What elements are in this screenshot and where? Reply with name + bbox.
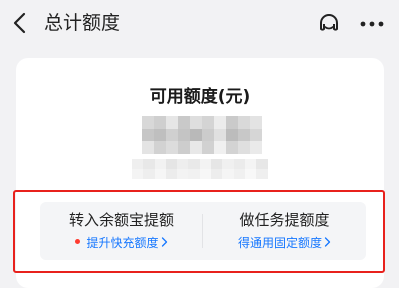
- yuebao-boost-label: 转入余额宝提额: [68, 211, 174, 229]
- top-bar: 总计额度: [0, 0, 399, 48]
- customer-service-icon[interactable]: [315, 10, 343, 38]
- yuebao-boost-link[interactable]: 提升快充额度: [40, 235, 203, 251]
- task-boost-button[interactable]: 做任务提额度 得通用固定额度: [203, 202, 366, 260]
- available-credit-title: 可用额度(元): [149, 87, 251, 107]
- available-amount-blurred: [142, 116, 262, 154]
- yuebao-boost-button[interactable]: 转入余额宝提额 提升快充额度: [40, 202, 203, 260]
- credit-card-panel: 可用额度(元) 转入余额宝提额 提升快充额度 做任务提额度 得通用固定额度: [16, 58, 384, 288]
- task-boost-link[interactable]: 得通用固定额度: [203, 235, 366, 251]
- back-arrow-icon[interactable]: [10, 11, 32, 35]
- credit-boost-actions: 转入余额宝提额 提升快充额度 做任务提额度 得通用固定额度: [40, 202, 366, 260]
- yuebao-boost-sub-label: 提升快充额度: [86, 236, 159, 250]
- red-dot-indicator: [75, 239, 81, 244]
- chevron-right-icon: [324, 235, 331, 251]
- page-title: 总计额度: [44, 12, 121, 34]
- more-dots-icon[interactable]: [357, 14, 387, 34]
- task-boost-sub-label: 得通用固定额度: [237, 236, 322, 250]
- task-boost-label: 做任务提额度: [239, 211, 330, 229]
- chevron-right-icon: [161, 235, 168, 251]
- sub-amount-blurred: [132, 159, 268, 179]
